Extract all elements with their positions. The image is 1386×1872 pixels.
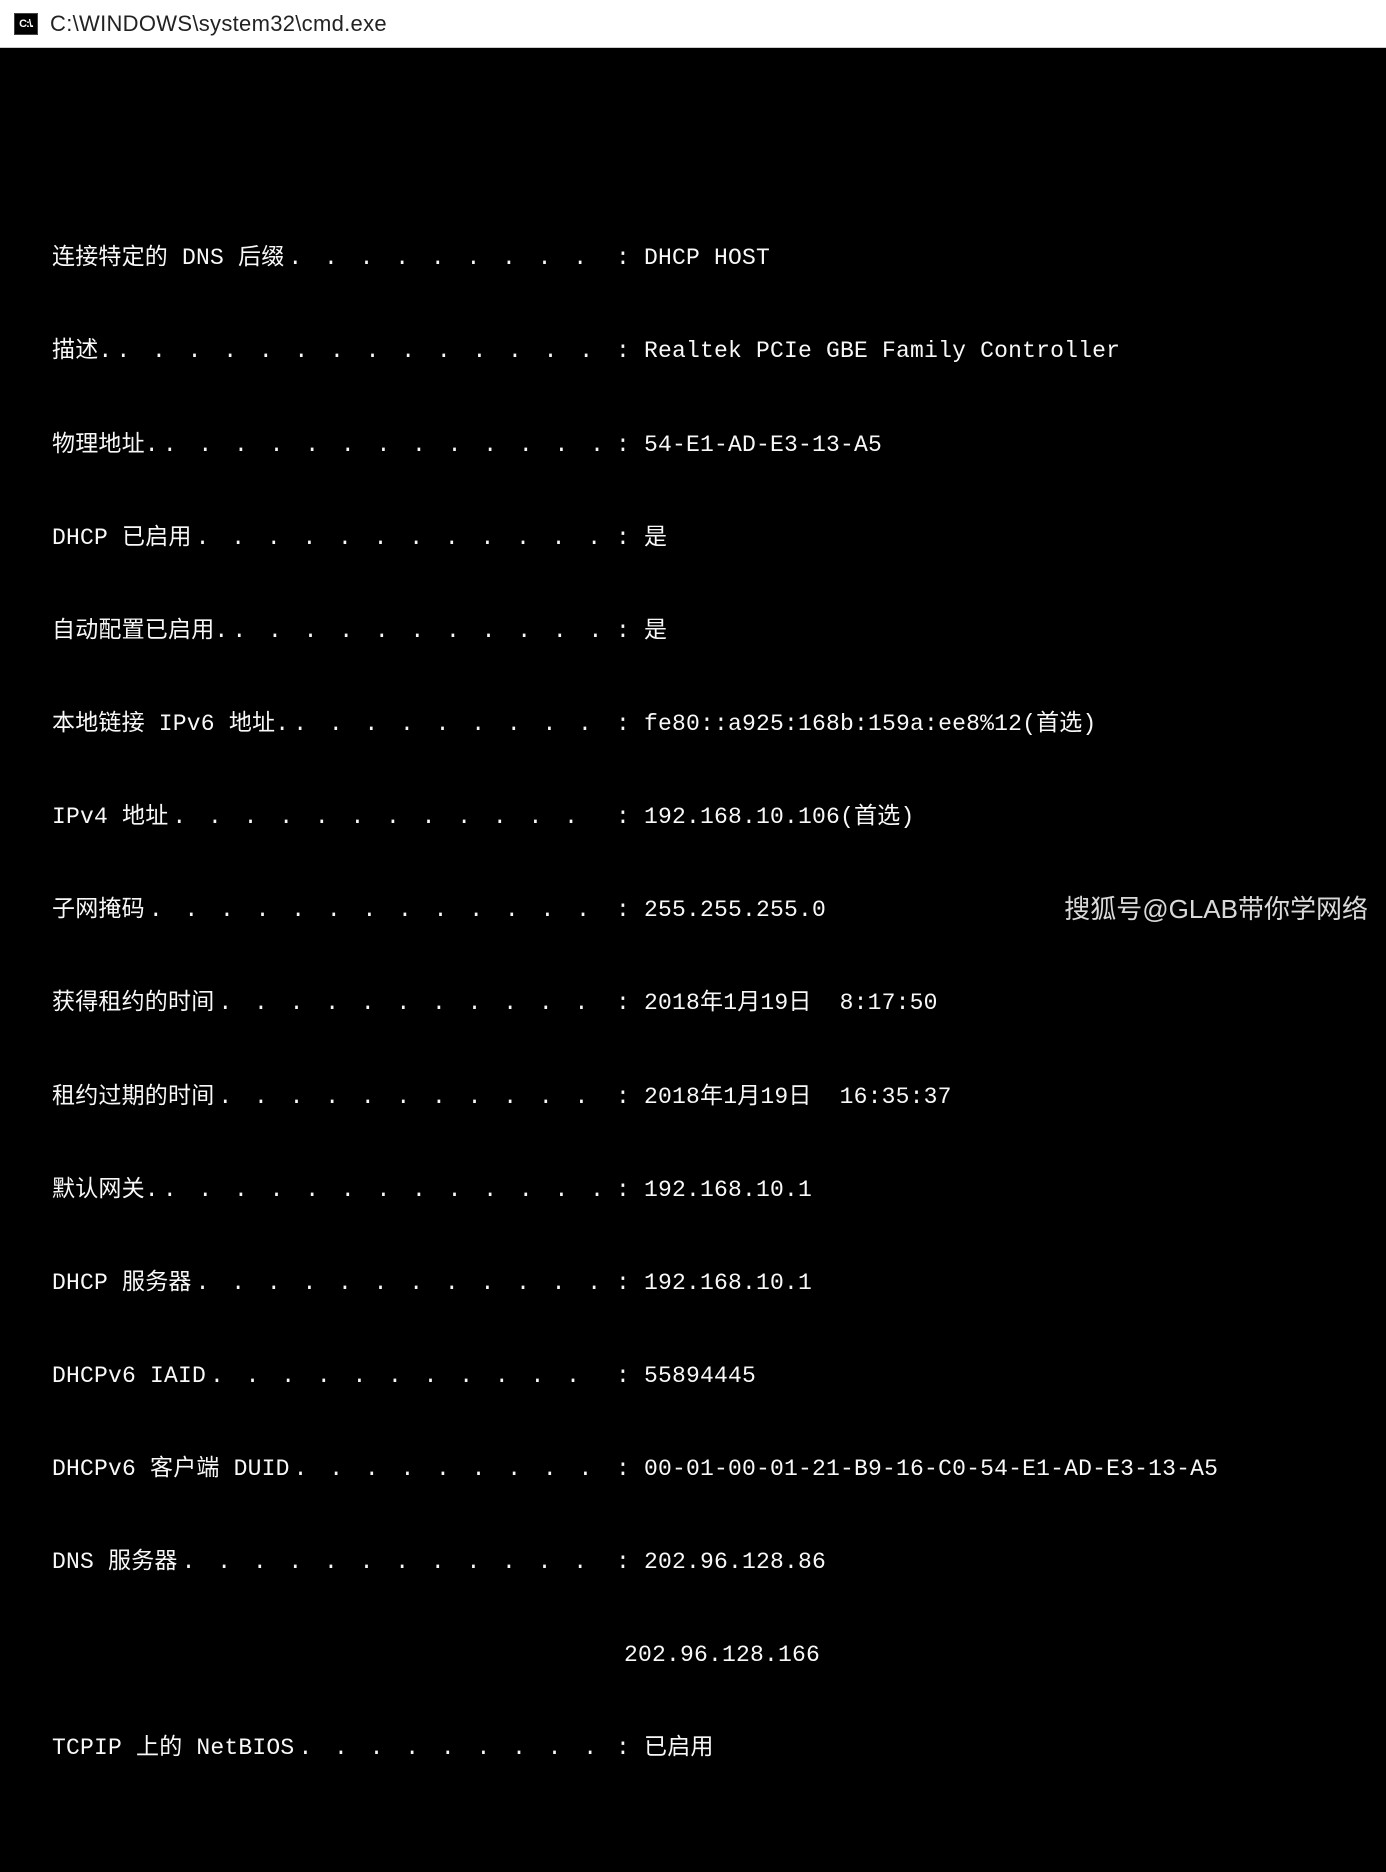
- row-dns-servers-2: 202.96.128.166: [0, 1640, 1386, 1671]
- row-dhcp-server: DHCP 服务器 . . . . . . . . . . . . . . . .…: [0, 1268, 1386, 1299]
- row-dhcpv6-iaid: DHCPv6 IAID . . . . . . . . . . . . . . …: [0, 1361, 1386, 1392]
- row-netbios: TCPIP 上的 NetBIOS . . . . . . . . . . . .…: [0, 1733, 1386, 1764]
- adapter1-block: 连接特定的 DNS 后缀 . . . . . . . . . . . . . .…: [0, 181, 1386, 1826]
- window-title: C:\WINDOWS\system32\cmd.exe: [50, 11, 387, 37]
- title-bar[interactable]: C:\. C:\WINDOWS\system32\cmd.exe: [0, 0, 1386, 48]
- row-dhcpv6-duid: DHCPv6 客户端 DUID . . . . . . . . . . . . …: [0, 1454, 1386, 1485]
- row-autoconf-enabled: 自动配置已启用. . . . . . . . . . . . . . . . .…: [0, 616, 1386, 647]
- row-lease-obtained: 获得租约的时间 . . . . . . . . . . . . . . . . …: [0, 988, 1386, 1019]
- row-description: 描述. . . . . . . . . . . . . . . . . . . …: [0, 336, 1386, 367]
- row-link-local-ipv6: 本地链接 IPv6 地址. . . . . . . . . . . . . . …: [0, 709, 1386, 740]
- row-dns-suffix: 连接特定的 DNS 后缀 . . . . . . . . . . . . . .…: [0, 243, 1386, 274]
- cmd-icon: C:\.: [14, 13, 38, 35]
- row-dhcp-enabled: DHCP 已启用 . . . . . . . . . . . . . . . .…: [0, 523, 1386, 554]
- terminal-output[interactable]: 连接特定的 DNS 后缀 . . . . . . . . . . . . . .…: [0, 48, 1386, 1872]
- cmd-icon-label: C:\.: [19, 18, 33, 30]
- row-lease-expires: 租约过期的时间 . . . . . . . . . . . . . . . . …: [0, 1082, 1386, 1113]
- row-ipv4-address: IPv4 地址 . . . . . . . . . . . . . . . . …: [0, 802, 1386, 833]
- row-dns-servers: DNS 服务器 . . . . . . . . . . . . . . . . …: [0, 1547, 1386, 1578]
- row-default-gateway: 默认网关. . . . . . . . . . . . . . . . . . …: [0, 1175, 1386, 1206]
- row-subnet-mask: 子网掩码 . . . . . . . . . . . . . . . . . .…: [0, 895, 1386, 926]
- row-physical-address: 物理地址. . . . . . . . . . . . . . . . . . …: [0, 430, 1386, 461]
